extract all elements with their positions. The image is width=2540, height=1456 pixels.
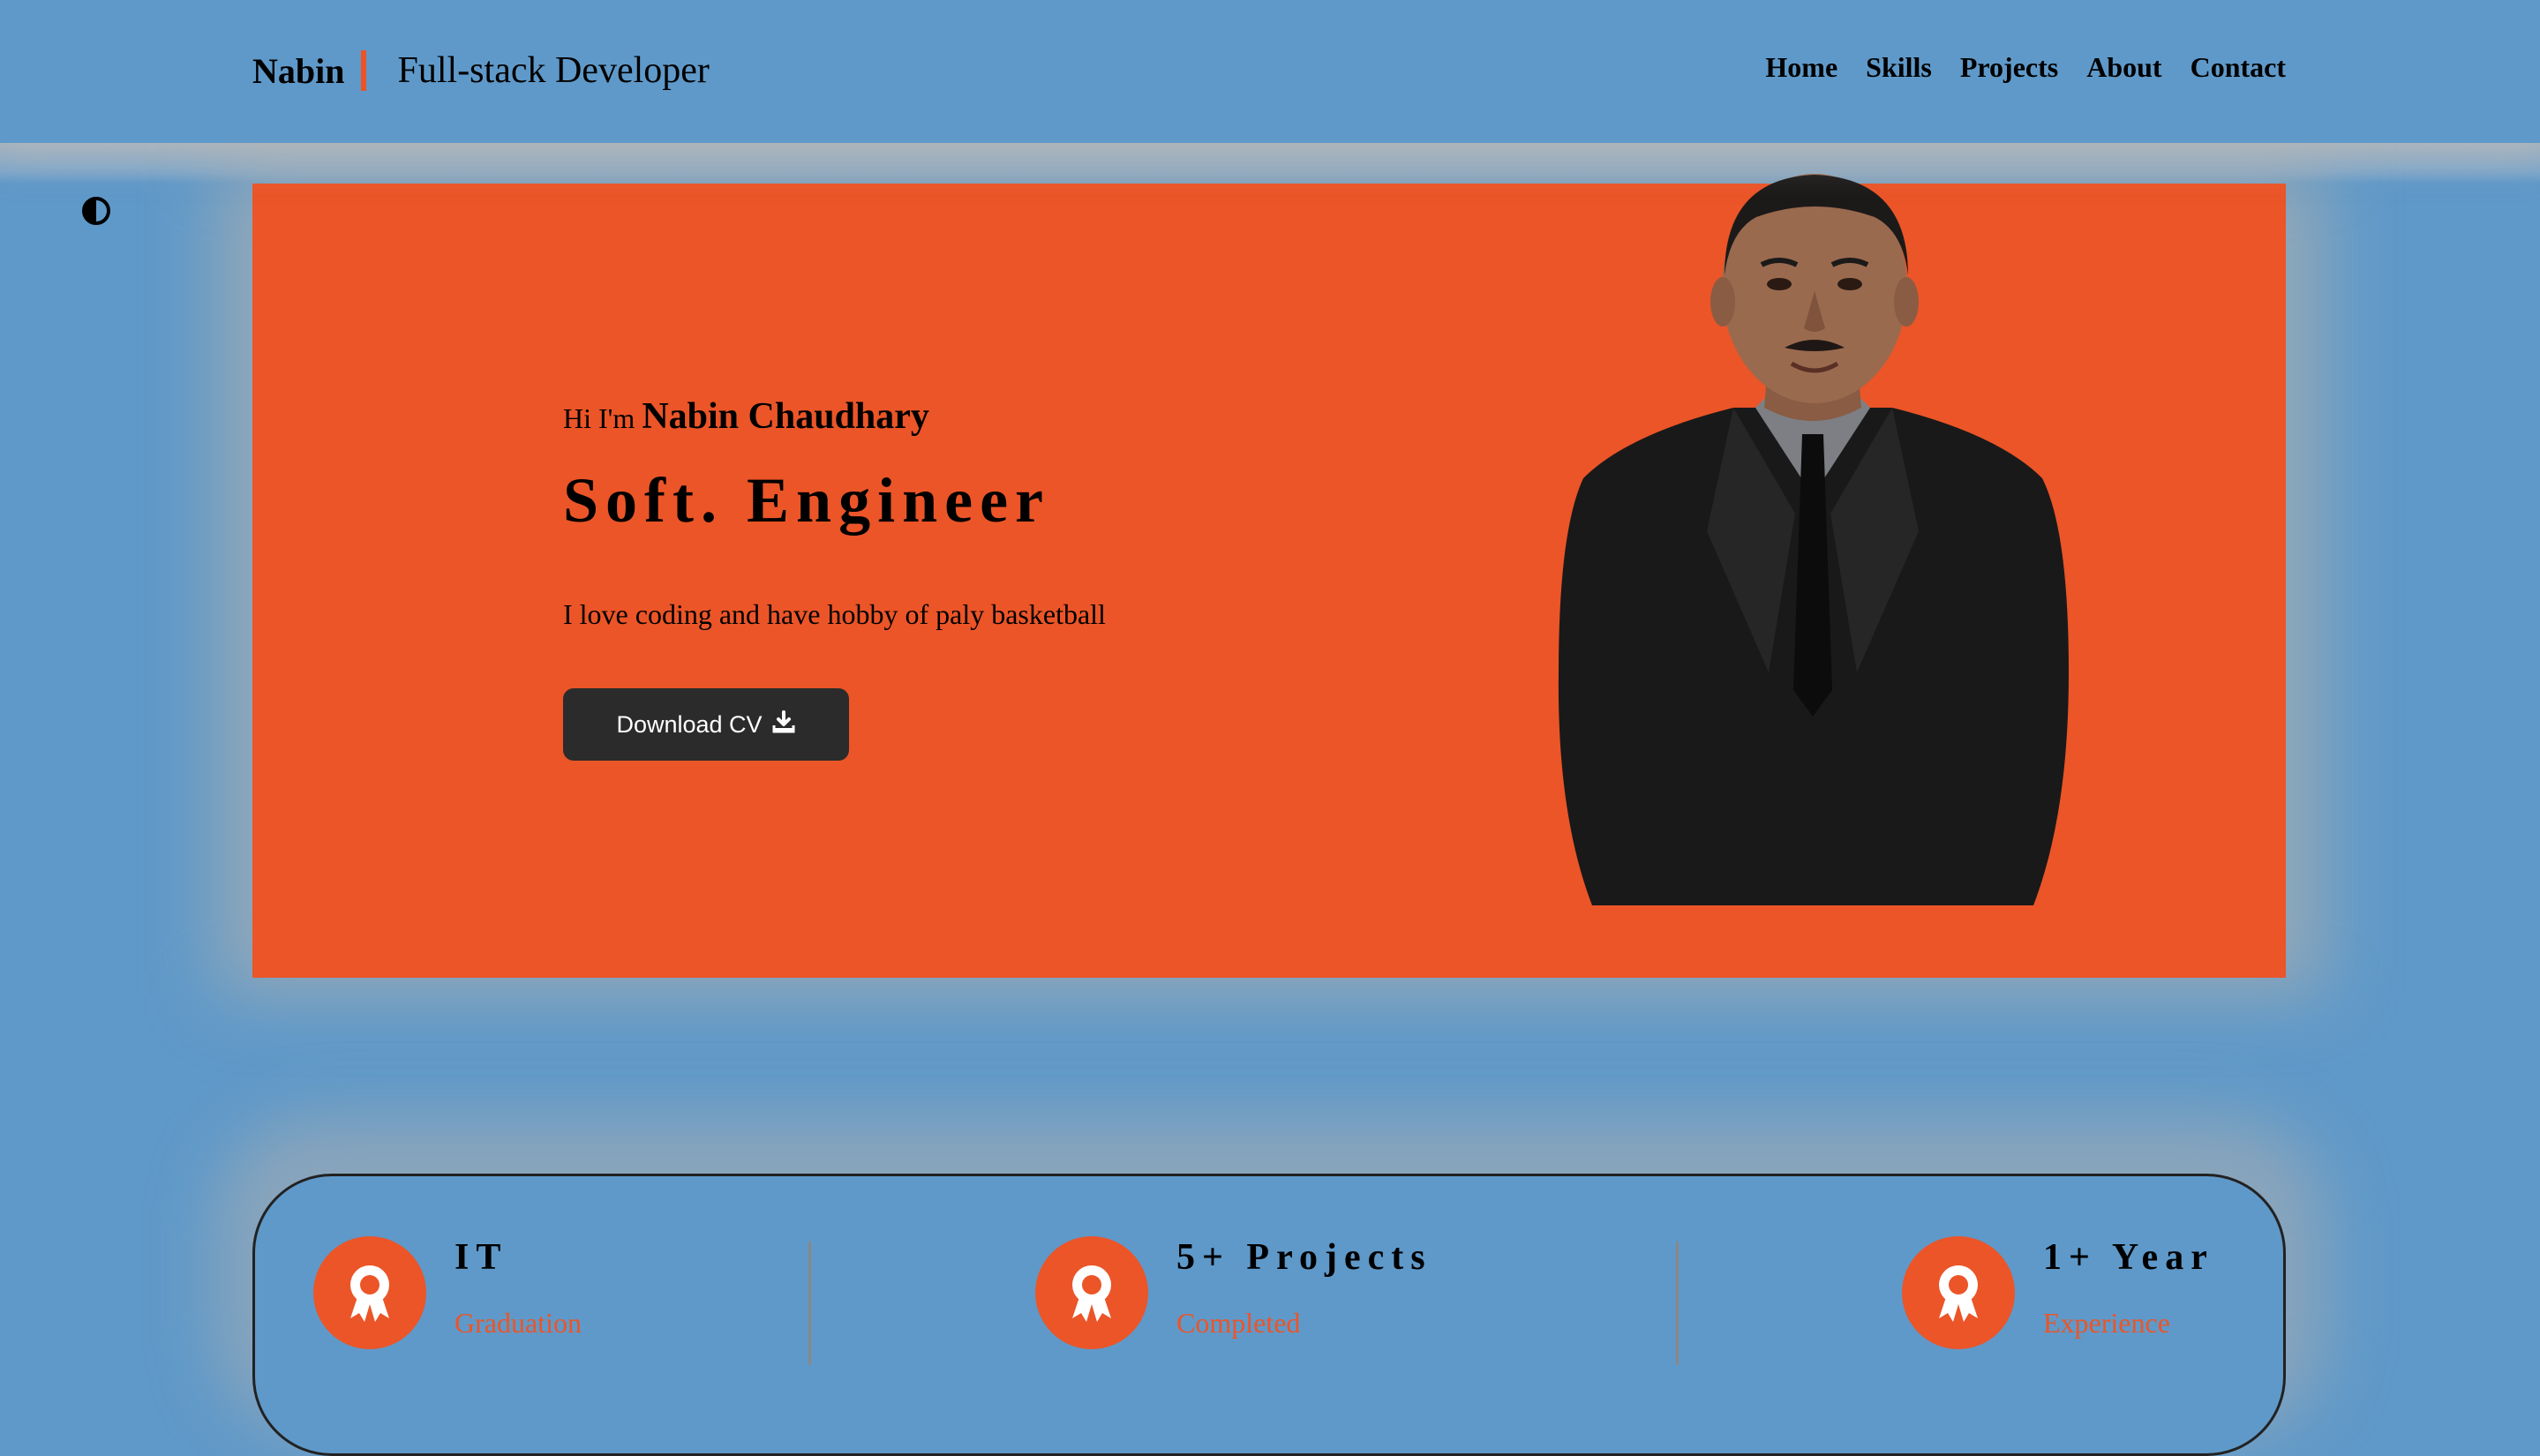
download-cv-button[interactable]: Download CV: [563, 688, 849, 761]
main-nav: Home Skills Projects About Contact: [1765, 51, 2286, 84]
nav-home[interactable]: Home: [1765, 51, 1837, 84]
hero-section: Hi I'm Nabin Chaudhary Soft. Engineer I …: [252, 174, 2286, 978]
brand-title: Full-stack Developer: [397, 50, 710, 91]
award-icon: [1035, 1236, 1148, 1349]
greeting: Hi I'm Nabin Chaudhary: [563, 395, 929, 438]
hero-tagline: I love coding and have hobby of paly bas…: [563, 598, 1106, 630]
stats-bar: IT Graduation 5+ Projects Completed 1+ Y…: [252, 1174, 2286, 1456]
half-circle-contrast-icon[interactable]: [81, 196, 111, 226]
hero-role: Soft. Engineer: [563, 465, 1050, 536]
download-cv-label: Download CV: [616, 710, 763, 738]
nav-projects[interactable]: Projects: [1960, 51, 2058, 84]
nav-about[interactable]: About: [2086, 51, 2161, 84]
brand-divider: [360, 50, 366, 91]
brand-name[interactable]: Nabin: [252, 50, 345, 92]
brand[interactable]: Nabin Full-stack Developer: [252, 48, 710, 94]
award-icon: [1902, 1236, 2015, 1349]
nav-contact[interactable]: Contact: [2191, 51, 2286, 84]
download-icon: [771, 709, 796, 740]
hero-name: Nabin Chaudhary: [642, 396, 929, 437]
nav-skills[interactable]: Skills: [1866, 51, 1932, 84]
stat-title: 5+ Projects: [1176, 1237, 1432, 1278]
stat-divider: [1676, 1242, 1679, 1365]
stat-subtitle: Graduation: [455, 1307, 582, 1339]
stat-subtitle: Experience: [2043, 1307, 2170, 1339]
site-header: Nabin Full-stack Developer Home Skills P…: [0, 0, 2540, 143]
greeting-prefix: Hi I'm: [563, 402, 635, 434]
stat-subtitle: Completed: [1176, 1307, 1301, 1339]
stat-title: IT: [455, 1237, 508, 1278]
stat-title: 1+ Year: [2043, 1237, 2214, 1278]
award-icon: [313, 1236, 426, 1349]
profile-photo: [1558, 174, 2069, 905]
stat-divider: [808, 1242, 811, 1365]
